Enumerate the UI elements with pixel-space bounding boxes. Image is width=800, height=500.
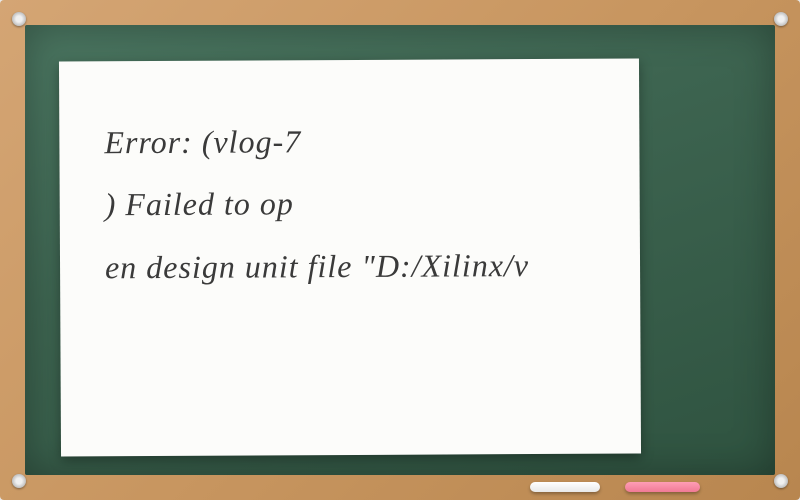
screw-top-left [12,12,26,26]
chalk-white [530,482,600,492]
screw-bottom-left [12,474,26,488]
chalkboard-frame: Error: (vlog-7 ) Failed to op en design … [0,0,800,500]
paper-note: Error: (vlog-7 ) Failed to op en design … [59,58,641,456]
screw-top-right [774,12,788,26]
screw-bottom-right [774,474,788,488]
error-line-2: ) Failed to op [105,186,294,223]
error-message-text: Error: (vlog-7 ) Failed to op en design … [104,109,595,299]
chalk-pink [625,482,700,492]
error-line-1: Error: (vlog-7 [104,123,301,160]
error-line-3: en design unit file "D:/Xilinx/v [105,247,529,285]
